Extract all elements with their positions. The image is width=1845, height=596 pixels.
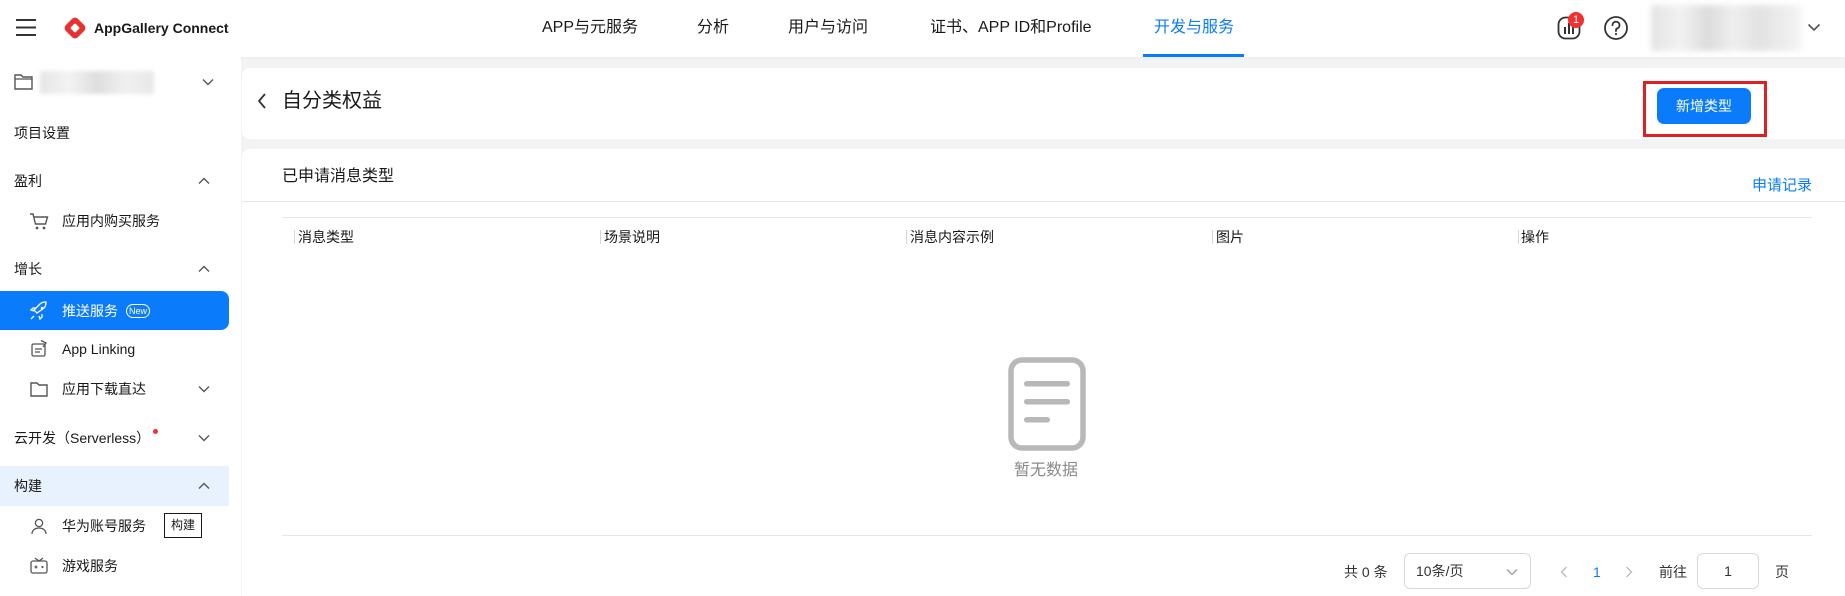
user-account-blurred[interactable] <box>1651 5 1801 51</box>
page-header: 自分类权益 新增类型 <box>242 68 1845 139</box>
column-header-image: 图片 <box>1216 229 1244 245</box>
top-bar: AppGallery Connect APP与元服务 分析 用户与访问 证书、A… <box>0 0 1845 57</box>
folder-icon <box>14 73 33 90</box>
empty-document-icon <box>1008 357 1086 451</box>
sidebar-group-monetize[interactable]: 盈利 <box>14 171 42 191</box>
chevron-down-icon[interactable] <box>1807 23 1821 32</box>
page-title: 自分类权益 <box>282 90 382 112</box>
column-separator <box>294 230 295 244</box>
column-header-actions: 操作 <box>1521 229 1549 245</box>
menu-icon[interactable] <box>16 19 36 36</box>
highlight-box <box>1643 81 1767 137</box>
app-linking-icon <box>29 339 49 359</box>
project-name-blurred <box>40 71 154 94</box>
pagination-total: 共 0 条 <box>1344 564 1388 580</box>
nav-item-users-access[interactable]: 用户与访问 <box>788 17 868 39</box>
chevron-down-icon[interactable] <box>198 434 210 442</box>
message-types-panel: 已申请消息类型 申请记录 消息类型 场景说明 消息内容示例 图片 操作 暂无数据… <box>242 149 1845 596</box>
chevron-down-icon <box>202 78 214 86</box>
column-header-scenario: 场景说明 <box>604 229 660 245</box>
panel-title: 已申请消息类型 <box>282 168 395 185</box>
back-icon[interactable] <box>256 92 268 110</box>
empty-state-text: 暂无数据 <box>1013 462 1078 479</box>
chevron-up-icon[interactable] <box>198 177 210 185</box>
project-selector[interactable] <box>0 63 229 101</box>
table-header <box>282 217 1812 257</box>
goto-page-input[interactable] <box>1697 553 1759 589</box>
user-icon <box>29 516 49 536</box>
sidebar-item-app-download[interactable]: 应用下载直达 <box>62 379 146 399</box>
tooltip: 构建 <box>164 513 202 538</box>
sidebar-group-build: 构建 <box>14 478 42 494</box>
cart-icon <box>29 211 49 231</box>
page-suffix-label: 页 <box>1775 564 1789 580</box>
next-page-icon[interactable] <box>1625 566 1633 578</box>
chevron-up-icon[interactable] <box>198 482 210 490</box>
column-separator <box>906 230 907 244</box>
appgallery-logo[interactable] <box>62 15 88 41</box>
sidebar-group-grow[interactable]: 增长 <box>14 259 42 279</box>
notification-badge: 1 <box>1568 12 1584 28</box>
nav-item-certificates[interactable]: 证书、APP ID和Profile <box>930 17 1092 39</box>
sidebar-item-huawei-id[interactable]: 华为账号服务 <box>62 516 146 536</box>
sidebar-item-project-settings[interactable]: 项目设置 <box>14 123 70 143</box>
nav-item-app-services[interactable]: APP与元服务 <box>542 17 638 39</box>
sidebar: 项目设置 盈利 应用内购买服务 增长 推送服务 New App Linking … <box>0 57 241 596</box>
column-header-content-example: 消息内容示例 <box>910 229 994 245</box>
column-separator <box>1518 230 1519 244</box>
sidebar-item-game-service[interactable]: 游戏服务 <box>62 556 118 576</box>
nav-item-dev-services[interactable]: 开发与服务 <box>1154 17 1234 39</box>
chevron-up-icon[interactable] <box>198 265 210 273</box>
sidebar-item-iap[interactable]: 应用内购买服务 <box>62 211 160 231</box>
page-number-current[interactable]: 1 <box>1593 562 1601 582</box>
notification-dot <box>153 429 158 434</box>
gamepad-icon <box>29 556 49 576</box>
folder-icon <box>29 379 49 399</box>
brand-name: AppGallery Connect <box>94 20 229 36</box>
page-size-value: 10条/页 <box>1416 563 1464 579</box>
sidebar-item-app-linking[interactable]: App Linking <box>62 339 135 359</box>
sidebar-group-serverless[interactable]: 云开发（Serverless） <box>14 428 150 448</box>
goto-label: 前往 <box>1659 564 1687 580</box>
rocket-icon <box>29 301 49 321</box>
column-header-message-type: 消息类型 <box>298 229 354 245</box>
sidebar-item-label: 推送服务 <box>62 303 118 319</box>
nav-item-analytics[interactable]: 分析 <box>697 17 729 39</box>
column-separator <box>600 230 601 244</box>
table-bottom-border <box>282 535 1812 536</box>
column-separator <box>1212 230 1213 244</box>
chevron-down-icon <box>1506 568 1518 576</box>
divider <box>242 201 1845 202</box>
chevron-down-icon[interactable] <box>198 385 210 393</box>
page-size-select[interactable]: 10条/页 <box>1404 553 1531 589</box>
apply-records-link[interactable]: 申请记录 <box>1752 176 1812 196</box>
nav-active-indicator <box>1143 54 1244 57</box>
prev-page-icon[interactable] <box>1560 566 1568 578</box>
new-badge: New <box>126 304 150 318</box>
help-icon[interactable] <box>1603 15 1629 41</box>
